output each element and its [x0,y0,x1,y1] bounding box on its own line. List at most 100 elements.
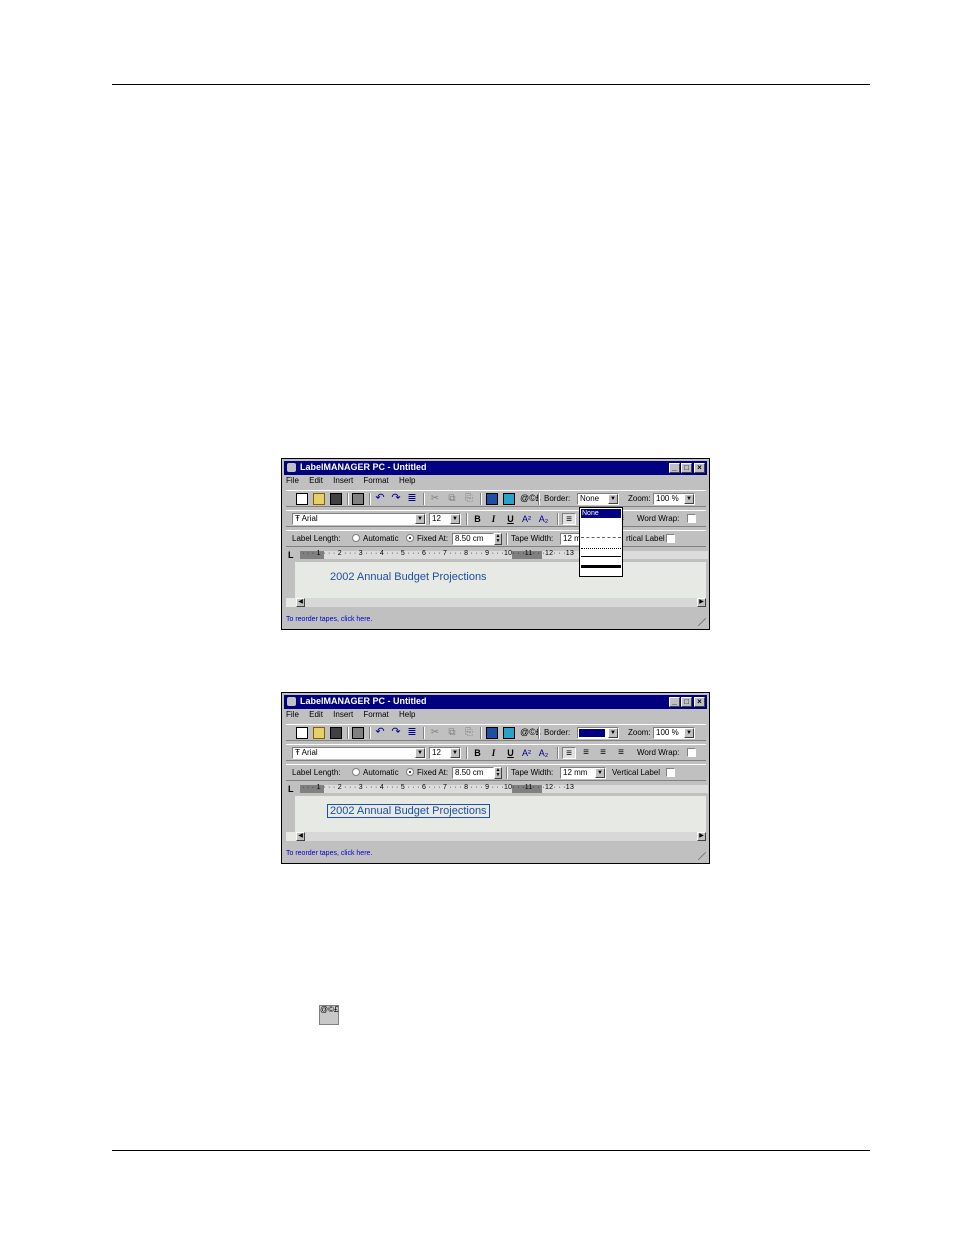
new-document-icon[interactable] [296,727,308,739]
paste-icon[interactable]: ⎘ [463,493,475,505]
font-size-select[interactable]: 12 ▼ [429,747,461,759]
menu-help[interactable]: Help [399,476,415,485]
insert-image-icon[interactable] [503,493,515,505]
label-editor[interactable]: 2002 Annual Budget Projections ◀ ▶ [286,796,706,841]
insert-symbol-icon[interactable]: @©£ [520,727,541,739]
format-lines-icon[interactable]: ≣ [406,493,418,505]
menu-insert[interactable]: Insert [333,476,353,485]
reorder-tapes-link[interactable]: To reorder tapes, click here. [286,616,372,623]
tape-width-select[interactable]: 12 m [560,533,580,545]
menu-insert[interactable]: Insert [333,710,353,719]
chevron-down-icon[interactable]: ▼ [595,768,605,778]
subscript-icon[interactable]: A₂ [537,513,550,525]
close-button[interactable]: × [694,463,705,473]
open-folder-icon[interactable] [313,727,325,739]
resize-grip-icon[interactable] [698,618,706,626]
horizontal-scrollbar[interactable]: ◀ ▶ [296,598,706,607]
superscript-icon[interactable]: A² [520,513,533,525]
new-document-icon[interactable] [296,493,308,505]
align-center-icon[interactable]: ≡ [579,747,593,759]
menu-edit[interactable]: Edit [309,476,323,485]
print-icon[interactable] [352,493,364,505]
zoom-select[interactable]: 100 % ▼ [653,493,695,505]
chevron-down-icon[interactable]: ▼ [608,728,618,738]
menu-file[interactable]: File [286,476,299,485]
undo-icon[interactable]: ↶ [374,727,386,739]
horizontal-scrollbar[interactable]: ◀ ▶ [296,832,706,841]
border-option-none[interactable]: None [581,509,621,518]
menu-format[interactable]: Format [363,476,388,485]
border-option-thin[interactable] [581,556,621,557]
insert-address-icon[interactable] [486,727,498,739]
menu-file[interactable]: File [286,710,299,719]
copy-icon[interactable]: ⧉ [446,493,458,505]
save-disk-icon[interactable] [330,727,342,739]
border-select[interactable]: None ▼ [577,493,619,505]
chevron-down-icon[interactable]: ▼ [415,514,425,524]
chevron-down-icon[interactable]: ▼ [684,728,694,738]
font-size-select[interactable]: 12 ▼ [429,513,461,525]
chevron-down-icon[interactable]: ▼ [684,494,694,504]
scroll-left-icon[interactable]: ◀ [296,832,305,841]
italic-icon[interactable]: I [487,747,500,759]
insert-address-icon[interactable] [486,493,498,505]
labelmanager-app-icon[interactable] [287,463,296,472]
align-left-icon[interactable]: ≡ [596,747,610,759]
font-name-select[interactable]: Ŧ Arial ▼ [292,747,426,759]
insert-symbol-icon[interactable]: @©£ [520,493,541,505]
bold-icon[interactable]: B [471,747,484,759]
chevron-down-icon[interactable]: ▼ [415,748,425,758]
fixed-length-input[interactable]: 8.50 cm [452,533,494,545]
align-justify-icon[interactable]: ≡ [562,747,576,759]
vertical-label-checkbox[interactable] [666,768,675,777]
border-option-dashed[interactable] [581,537,621,538]
subscript-icon[interactable]: A₂ [537,747,550,759]
fixed-at-radio[interactable] [406,534,414,542]
minimize-button[interactable]: _ [669,463,680,473]
bold-icon[interactable]: B [471,513,484,525]
tab-stop-icon[interactable]: L [288,550,294,560]
paste-icon[interactable]: ⎘ [463,727,475,739]
zoom-select[interactable]: 100 % ▼ [653,727,695,739]
fixed-length-input[interactable]: 8.50 cm [452,767,494,779]
menu-format[interactable]: Format [363,710,388,719]
save-disk-icon[interactable] [330,493,342,505]
label-text[interactable]: 2002 Annual Budget Projections [330,571,487,583]
label-editor[interactable]: 2002 Annual Budget Projections ◀ ▶ [286,562,706,607]
resize-grip-icon[interactable] [698,852,706,860]
vertical-label-checkbox[interactable] [666,534,675,543]
word-wrap-checkbox[interactable] [687,514,696,523]
length-spinner[interactable]: ▲ ▼ [494,533,502,545]
tape-width-select[interactable]: 12 mm ▼ [560,767,606,779]
chevron-down-icon[interactable]: ▼ [450,748,460,758]
scroll-right-icon[interactable]: ▶ [697,598,706,607]
underline-icon[interactable]: U [504,747,517,759]
border-select[interactable]: ▼ [577,727,619,739]
align-right-icon[interactable]: ≡ [614,747,628,759]
cut-icon[interactable]: ✂ [429,493,441,505]
redo-icon[interactable]: ↷ [390,493,402,505]
cut-icon[interactable]: ✂ [429,727,441,739]
border-option-thick[interactable] [581,565,621,568]
chevron-down-icon[interactable]: ▼ [608,494,618,504]
open-folder-icon[interactable] [313,493,325,505]
scroll-left-icon[interactable]: ◀ [296,598,305,607]
maximize-button[interactable]: □ [681,697,692,707]
border-option-dotted[interactable] [581,548,621,549]
tab-stop-icon[interactable]: L [288,784,294,794]
word-wrap-checkbox[interactable] [687,748,696,757]
labelmanager-app-icon[interactable] [287,697,296,706]
font-name-select[interactable]: Ŧ Arial ▼ [292,513,426,525]
print-icon[interactable] [352,727,364,739]
format-lines-icon[interactable]: ≣ [406,727,418,739]
align-justify-icon[interactable]: ≡ [562,513,576,525]
title-bar[interactable]: LabelMANAGER PC - Untitled _ □ × [284,461,707,475]
automatic-radio[interactable] [352,768,360,776]
menu-help[interactable]: Help [399,710,415,719]
undo-icon[interactable]: ↶ [374,493,386,505]
redo-icon[interactable]: ↷ [390,727,402,739]
label-text-with-border[interactable]: 2002 Annual Budget Projections [327,804,490,818]
fixed-at-radio[interactable] [406,768,414,776]
title-bar[interactable]: LabelMANAGER PC - Untitled _ □ × [284,695,707,709]
close-button[interactable]: × [694,697,705,707]
